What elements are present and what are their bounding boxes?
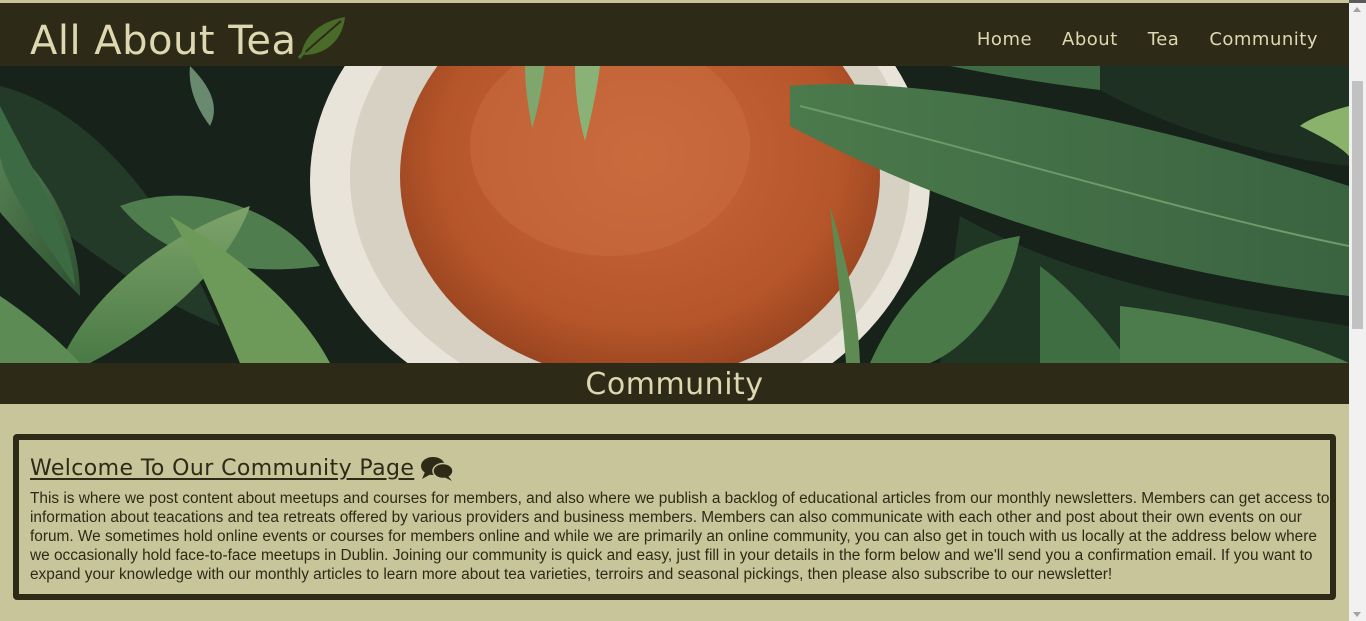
navbar: All About Tea Home About Tea Community [0,3,1349,66]
brand-title: All About Tea [30,18,297,64]
scroll-up-arrow-icon[interactable] [1353,7,1361,12]
nav-community-link[interactable]: Community [1209,29,1318,50]
hero-image [0,66,1349,363]
nav-home-link[interactable]: Home [977,29,1032,50]
nav-tea-link[interactable]: Tea [1148,29,1180,50]
comments-icon [421,457,455,481]
welcome-heading-text: Welcome To Our Community Page [30,456,415,481]
welcome-card: Welcome To Our Community Page This is wh… [13,434,1336,600]
page: All About Tea Home About Tea Community C… [0,0,1349,621]
welcome-heading: Welcome To Our Community Page [30,454,1330,484]
brand-logo[interactable]: All About Tea [30,17,347,65]
section-title: Community [585,367,764,402]
scroll-down-arrow-icon[interactable] [1353,612,1361,617]
tea-cup-leaves-image [0,66,1349,363]
scrollbar-thumb[interactable] [1352,81,1363,329]
vertical-scrollbar[interactable] [1349,3,1366,621]
nav-about-link[interactable]: About [1062,29,1118,50]
section-title-band: Community [0,363,1349,404]
main-nav: Home About Tea Community [947,29,1318,50]
welcome-body: This is where we post content about meet… [30,490,1330,583]
leaf-icon [297,17,345,59]
